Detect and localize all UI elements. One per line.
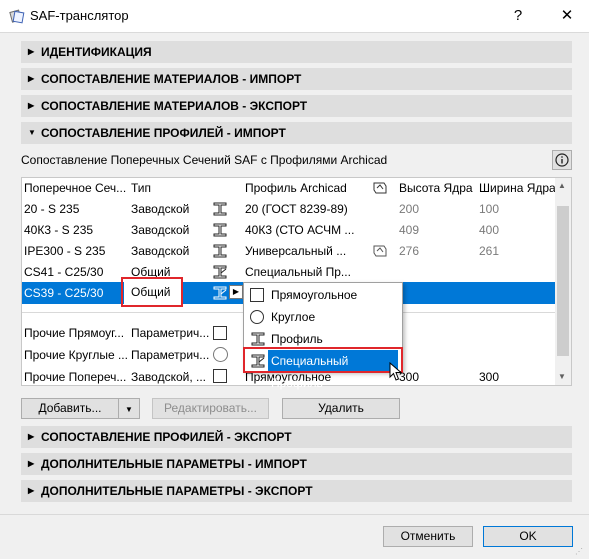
resize-grip-icon[interactable]: ⋰ [575,547,585,557]
i-beam-profile-icon[interactable] [212,222,228,238]
ok-button[interactable]: OK [483,526,573,547]
section-label: СОПОСТАВЛЕНИЕ МАТЕРИАЛОВ - ИМПОРТ [41,72,302,86]
expanded-arrow-icon: ▼ [28,128,36,137]
menu-item-label: Профиль [271,332,323,346]
circle-profile-icon[interactable] [213,347,228,362]
row-section[interactable]: CS39 - C25/30 [24,286,103,300]
rectangle-profile-icon[interactable] [213,369,227,383]
row-section[interactable]: 40К3 - S 235 [24,223,93,237]
menu-item-label: Прямоугольное [271,288,358,302]
other-row-section[interactable]: Прочие Попереч... [24,370,126,384]
delete-button[interactable]: Удалить [282,398,400,419]
mapping-subtitle: Сопоставление Поперечных Сечений SAF с П… [21,153,388,167]
section-label: СОПОСТАВЛЕНИЕ ПРОФИЛЕЙ - ЭКСПОРТ [41,430,292,444]
collapsed-arrow-icon: ▶ [28,486,35,495]
info-button[interactable] [552,150,572,170]
menu-highlight-box [243,347,403,373]
close-button[interactable]: ✕ [553,2,581,30]
row-height: 409 [399,223,420,237]
circle-icon [250,310,264,324]
table-scrollbar[interactable]: ▲ ▼ [555,178,571,385]
i-beam-profile-icon[interactable] [212,243,228,259]
collapsed-arrow-icon: ▶ [28,432,35,441]
help-button[interactable]: ? [505,2,531,30]
row-height: 200 [399,202,420,216]
row-section[interactable]: 20 - S 235 [24,202,79,216]
section-profiles-export[interactable]: ▶ СОПОСТАВЛЕНИЕ ПРОФИЛЕЙ - ЭКСПОРТ [21,426,572,448]
edit-button[interactable]: Редактировать... [152,398,269,419]
other-row-section[interactable]: Прочие Прямоуг... [24,326,124,340]
header-core-height[interactable]: Высота Ядра [399,181,473,195]
section-extra-export[interactable]: ▶ ДОПОЛНИТЕЛЬНЫЕ ПАРАМЕТРЫ - ЭКСПОРТ [21,480,572,502]
i-beam-icon [251,332,265,346]
collapsed-arrow-icon: ▶ [28,74,35,83]
row-type[interactable]: Заводской [131,202,189,216]
section-label: ИДЕНТИФИКАЦИЯ [41,45,152,59]
rectangle-profile-icon[interactable] [213,326,227,340]
other-row-width: 300 [479,370,500,384]
row-section[interactable]: CS41 - C25/30 [24,265,103,279]
section-materials-export[interactable]: ▶ СОПОСТАВЛЕНИЕ МАТЕРИАЛОВ - ЭКСПОРТ [21,95,572,117]
scroll-thumb[interactable] [557,206,569,356]
collapsed-arrow-icon: ▶ [28,47,35,56]
row-type[interactable]: Заводской [131,223,189,237]
row-width: 261 [479,244,500,258]
title-divider [0,32,589,33]
add-button[interactable]: Добавить... [21,398,119,419]
collapsed-arrow-icon: ▶ [28,459,35,468]
row-profile[interactable]: Специальный Пр... [245,265,351,279]
row-profile[interactable]: 20 (ГОСТ 8239-89) [245,202,348,216]
i-beam-profile-icon[interactable] [212,201,228,217]
window-title: SAF-транслятор [30,8,129,23]
custom-profile-icon[interactable] [212,285,228,301]
other-row-type[interactable]: Параметрич... [131,348,209,362]
footer-divider [0,514,589,515]
app-icon [9,9,25,24]
rectangle-icon [250,288,264,302]
section-label: СОПОСТАВЛЕНИЕ МАТЕРИАЛОВ - ЭКСПОРТ [41,99,308,113]
other-row-type[interactable]: Параметрич... [131,326,209,340]
mouse-cursor-icon [389,362,403,381]
section-label: СОПОСТАВЛЕНИЕ ПРОФИЛЕЙ - ИМПОРТ [41,126,286,140]
custom-profile-icon[interactable] [212,264,228,280]
section-identification[interactable]: ▶ ИДЕНТИФИКАЦИЯ [21,41,572,63]
other-row-type[interactable]: Заводской, ... [131,370,206,384]
highlight-box [121,277,183,307]
menu-item-rectangular[interactable]: Прямоугольное [244,284,402,306]
scroll-down-icon[interactable]: ▼ [558,372,566,381]
row-width: 100 [479,202,500,216]
info-icon [555,153,569,167]
title-bar: SAF-транслятор ? ✕ [0,0,589,32]
row-type[interactable]: Заводской [131,244,189,258]
special-profile-column-icon [373,182,387,194]
header-cross-section[interactable]: Поперечное Сеч... [24,181,126,195]
row-height: 276 [399,244,420,258]
section-extra-import[interactable]: ▶ ДОПОЛНИТЕЛЬНЫЕ ПАРАМЕТРЫ - ИМПОРТ [21,453,572,475]
section-materials-import[interactable]: ▶ СОПОСТАВЛЕНИЕ МАТЕРИАЛОВ - ИМПОРТ [21,68,572,90]
special-profile-icon [373,245,387,257]
cancel-button[interactable]: Отменить [383,526,473,547]
section-label: ДОПОЛНИТЕЛЬНЫЕ ПАРАМЕТРЫ - ЭКСПОРТ [41,484,313,498]
row-width: 400 [479,223,500,237]
section-profiles-import[interactable]: ▼ СОПОСТАВЛЕНИЕ ПРОФИЛЕЙ - ИМПОРТ [21,122,572,144]
profile-menu-toggle[interactable]: ▶ [229,285,243,299]
header-profile[interactable]: Профиль Archicad [245,181,347,195]
collapsed-arrow-icon: ▶ [28,101,35,110]
add-dropdown-button[interactable]: ▼ [118,398,140,419]
header-type[interactable]: Тип [131,181,151,195]
row-profile[interactable]: 40К3 (СТО АСЧМ ... [245,223,354,237]
header-core-width[interactable]: Ширина Ядра [479,181,556,195]
row-section[interactable]: IPE300 - S 235 [24,244,105,258]
other-row-section[interactable]: Прочие Круглые ... [24,348,128,362]
section-label: ДОПОЛНИТЕЛЬНЫЕ ПАРАМЕТРЫ - ИМПОРТ [41,457,307,471]
row-profile[interactable]: Универсальный ... [245,244,346,258]
menu-item-label: Круглое [271,310,316,324]
dropdown-arrow-icon: ▶ [232,287,240,296]
scroll-up-icon[interactable]: ▲ [558,181,566,190]
menu-item-circular[interactable]: Круглое [244,306,402,328]
chevron-down-icon: ▼ [125,405,133,414]
